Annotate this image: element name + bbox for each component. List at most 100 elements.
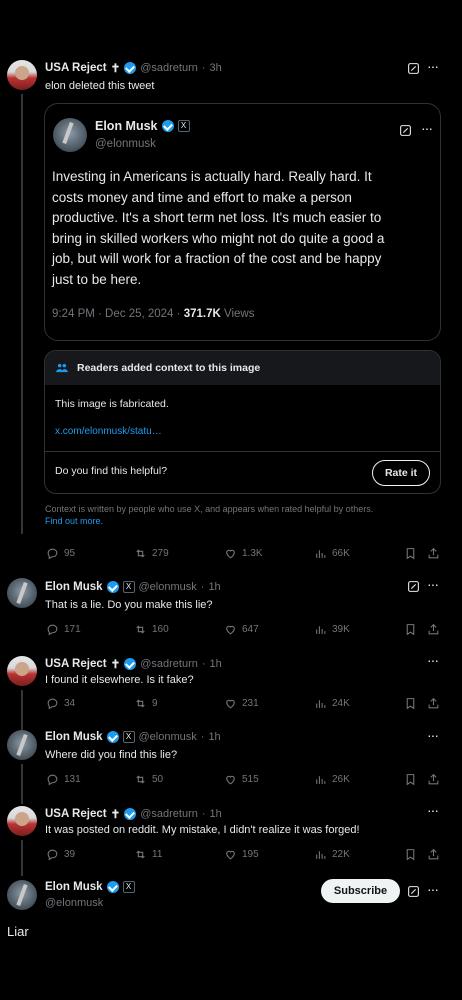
avatar[interactable] [7,806,37,836]
handle[interactable]: @elonmusk [139,731,197,743]
reply-button[interactable]: 171 [46,623,81,636]
like-count: 231 [242,698,259,709]
reply-button[interactable]: 34 [46,697,75,710]
repost-icon [134,547,147,560]
share-icon[interactable] [427,773,440,786]
separator: · [200,731,205,743]
share-icon[interactable] [427,697,440,710]
tweet-header: USA Reject ✝ @sadreturn · 1h [45,807,222,821]
timestamp[interactable]: 1h [208,731,220,743]
bookmark-icon[interactable] [404,547,417,560]
avatar[interactable] [7,60,37,90]
like-count: 515 [242,774,259,785]
share-icon[interactable] [427,848,440,861]
repost-button[interactable]: 160 [134,623,169,636]
timestamp[interactable]: 3h [210,62,222,74]
rate-it-button[interactable]: Rate it [372,460,430,486]
grok-icon[interactable] [407,62,420,75]
quote-line: just to be here. [52,271,142,287]
x-affiliation-icon: X [122,881,135,893]
like-button[interactable]: 231 [224,697,259,710]
tweet-text: It was posted on reddit. My mistake, I d… [45,824,360,836]
tweet-text: elon deleted this tweet [45,80,155,92]
note-header: Readers added context to this image [45,351,440,385]
more-options-icon[interactable]: ··· [427,576,439,592]
repost-button[interactable]: 9 [134,697,158,710]
grok-icon[interactable] [399,124,412,137]
timestamp[interactable]: 1h [210,658,222,670]
avatar[interactable] [7,656,37,686]
reply-count: 171 [64,624,81,635]
thread-line [21,94,23,534]
display-name[interactable]: Elon Musk [45,731,103,743]
share-icon[interactable] [427,623,440,636]
community-note: Readers added context to this image This… [44,350,441,494]
more-options-icon[interactable]: ··· [427,58,439,74]
grok-icon[interactable] [407,580,420,593]
avatar[interactable] [7,730,37,760]
reply-button[interactable]: 131 [46,773,81,786]
heart-icon [224,547,237,560]
display-name[interactable]: USA Reject [45,808,107,820]
tweet-header: Elon Musk X @elonmusk · 1h [45,731,221,743]
more-options-icon[interactable]: ··· [427,652,439,668]
separator: · [200,581,205,593]
timestamp[interactable]: 1h [208,581,220,593]
verified-icon [106,581,119,593]
repost-button[interactable]: 11 [134,848,162,861]
more-options-icon[interactable]: ··· [427,727,439,743]
repost-icon [134,848,147,861]
verified-icon [106,881,119,893]
handle[interactable]: @elonmusk [139,581,197,593]
display-name[interactable]: Elon Musk [45,881,103,893]
bookmark-icon[interactable] [404,848,417,861]
reply-button[interactable]: 95 [46,547,75,560]
like-button[interactable]: 195 [224,848,259,861]
handle[interactable]: @elonmusk [45,897,103,909]
more-options-icon[interactable]: ··· [427,802,439,818]
like-button[interactable]: 647 [224,623,259,636]
reply-count: 131 [64,774,81,785]
reply-button[interactable]: 39 [46,848,75,861]
display-name[interactable]: USA Reject [45,62,107,74]
repost-button[interactable]: 279 [134,547,169,560]
thread-line [21,840,23,876]
note-header-text: Readers added context to this image [77,362,261,374]
grok-icon[interactable] [407,885,420,898]
avatar[interactable] [7,880,37,910]
like-button[interactable]: 1.3K [224,547,263,560]
views-button[interactable]: 26K [314,773,350,786]
bookmark-icon[interactable] [404,697,417,710]
share-icon[interactable] [427,547,440,560]
handle[interactable]: @sadreturn [140,62,198,74]
verified-icon [124,658,137,670]
reply-icon [46,773,59,786]
handle[interactable]: @sadreturn [140,658,198,670]
views-button[interactable]: 22K [314,848,350,861]
quote-views-count: 371.7K [183,308,221,320]
more-options-icon[interactable]: ··· [427,881,439,897]
more-options-icon[interactable]: ··· [421,120,433,136]
handle[interactable]: @sadreturn [140,808,198,820]
note-link[interactable]: x.com/elonmusk/statu… [55,426,162,437]
reply-icon [46,623,59,636]
reply-icon [46,697,59,710]
subscribe-button[interactable]: Subscribe [321,879,400,903]
quote-line: costs money and time and effort to make … [52,189,352,205]
bookmark-icon[interactable] [404,773,417,786]
heart-icon [224,697,237,710]
like-button[interactable]: 515 [224,773,259,786]
avatar[interactable] [7,578,37,608]
display-name[interactable]: Elon Musk [45,581,103,593]
quote-line: productive. It's a short term net loss. … [52,210,382,225]
views-button[interactable]: 24K [314,697,350,710]
x-affiliation-icon: X [122,731,135,743]
repost-button[interactable]: 50 [134,773,163,786]
timestamp[interactable]: 1h [210,808,222,820]
find-out-more-link[interactable]: Find out more. [45,515,373,527]
display-name[interactable]: USA Reject [45,658,107,670]
views-button[interactable]: 39K [314,623,350,636]
bookmark-icon[interactable] [404,623,417,636]
views-button[interactable]: 66K [314,547,350,560]
quoted-tweet[interactable]: Elon Musk X @elonmusk ··· Investing in A… [44,103,441,341]
